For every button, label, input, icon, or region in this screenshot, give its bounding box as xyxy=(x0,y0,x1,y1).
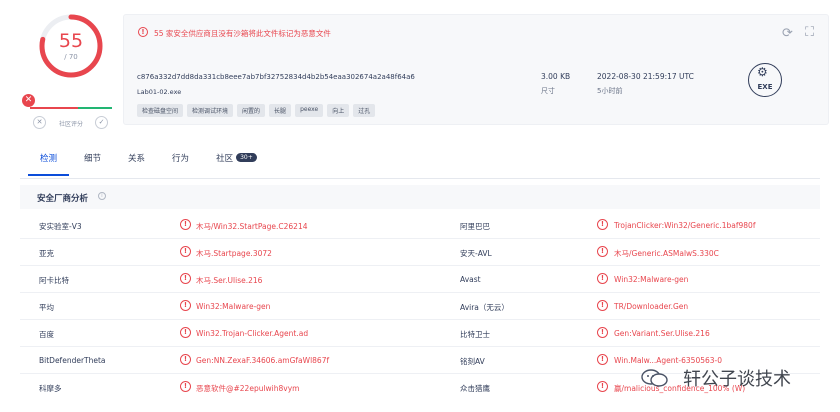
tab-detection[interactable]: 检测 xyxy=(27,152,70,176)
tab-relations[interactable]: 关系 xyxy=(128,152,145,176)
tag[interactable]: 检测调试环境 xyxy=(187,104,234,117)
vendor-name: 阿里巴巴 xyxy=(460,222,490,231)
tag[interactable]: 检查磁盘空间 xyxy=(137,104,184,117)
tab-community[interactable]: 社区 30+ xyxy=(216,152,257,176)
section-title: 安全厂商分析 xyxy=(37,194,89,204)
table-row: 安实验室-V3 ! 木马/Win32.StartPage.C26214 阿里巴巴… xyxy=(20,212,820,239)
tabs-divider xyxy=(20,178,820,179)
vendor-name: 平均 xyxy=(39,303,54,312)
vendor-name: 安天-AVL xyxy=(460,249,492,258)
table-row: 亚克 ! 木马.Startpage.3072 安天-AVL ! 木马/Gener… xyxy=(20,239,820,266)
tag[interactable]: 长腿 xyxy=(269,104,292,117)
graph-view-icon[interactable]: ⛶ xyxy=(805,25,814,40)
detection-result: 木马/Generic.ASMalwS.330C xyxy=(614,249,719,258)
detection-alert-icon: ! xyxy=(180,381,191,392)
vendor-name: 安实验室-V3 xyxy=(39,222,82,231)
detection-alert-icon: ! xyxy=(597,273,608,284)
file-size-value: 3.00 KB xyxy=(541,72,571,81)
tag[interactable]: 闲置的 xyxy=(237,104,266,117)
file-hash[interactable]: c876a332d7dd8da331cb8eee7ab7bf32752834d4… xyxy=(137,73,415,81)
tag[interactable]: 向上 xyxy=(327,104,350,117)
detection-alert-icon: ! xyxy=(180,273,191,284)
malicious-indicator-icon: ✕ xyxy=(22,94,35,107)
detection-alert-icon: ! xyxy=(180,354,191,365)
report-tabs: 检测 细节 关系 行为 社区 30+ xyxy=(27,152,284,176)
file-type-label: EXE xyxy=(757,83,773,91)
detection-result: Win32.Trojan-Clicker.Agent.ad xyxy=(196,329,309,338)
detection-alert-icon: ! xyxy=(597,300,608,311)
vendor-name: Avira（无云） xyxy=(460,303,509,312)
detection-alert-icon: ! xyxy=(597,246,608,257)
analysis-date-relative: 5小时前 xyxy=(597,87,623,95)
detection-result: Gen:NN.ZexaF.34606.amGfaWl867f xyxy=(196,356,330,365)
table-row: 阿卡比特 ! 木马.Ser.Ulise.216 Avast ! Win32:Ma… xyxy=(20,266,820,293)
detection-score-total: / 70 xyxy=(64,53,78,61)
analysis-date-value: 2022-08-30 21:59:17 UTC xyxy=(597,72,694,81)
community-score-label: 社区评分 xyxy=(58,121,83,128)
community-count-badge: 30+ xyxy=(236,153,257,162)
vendor-name: 科摩多 xyxy=(39,384,62,393)
detection-alert-icon: ! xyxy=(180,246,191,257)
vote-malicious-button[interactable]: ✕ xyxy=(33,116,46,129)
tab-label: 细节 xyxy=(84,154,102,164)
community-score-bar-positive xyxy=(78,107,112,109)
wechat-logo-icon xyxy=(641,369,668,387)
detection-alert-icon: ! xyxy=(597,219,608,230)
detection-alert-icon: ! xyxy=(597,354,608,365)
detection-alert-icon: ! xyxy=(597,327,608,338)
detection-result: Win32:Malware-gen xyxy=(196,302,271,311)
section-header xyxy=(20,185,820,209)
file-name: Lab01-02.exe xyxy=(137,88,182,96)
watermark-text: 轩公子谈技术 xyxy=(683,369,791,390)
vendor-name: 亚克 xyxy=(39,249,54,258)
vendor-name: Avast xyxy=(460,275,481,284)
detection-result: Win32:Malware-gen xyxy=(614,275,689,284)
info-icon[interactable]: i xyxy=(98,192,106,200)
vendor-name: 阿卡比特 xyxy=(39,276,69,285)
vendor-name: 铭刻AV xyxy=(460,357,485,366)
detection-alert-icon: ! xyxy=(180,219,191,230)
detection-result: TR/Downloader.Gen xyxy=(614,302,689,311)
warning-icon: ! xyxy=(138,27,148,37)
reanalyze-icon[interactable]: ⟳ xyxy=(782,26,793,41)
detection-result: 木马.Startpage.3072 xyxy=(196,249,272,258)
detection-alert-icon: ! xyxy=(180,300,191,311)
detection-score-value: 55 xyxy=(58,30,84,52)
detection-warning-text: 55 家安全供应商且没有沙箱将此文件标记为恶意文件 xyxy=(154,29,331,38)
detection-result: Gen:Variant.Ser.Ulise.216 xyxy=(614,329,710,338)
tab-label: 社区 xyxy=(216,154,234,164)
detection-result: TrojanClicker:Win32/Generic.1baf980f xyxy=(614,221,756,230)
detection-alert-icon: ! xyxy=(180,327,191,338)
tab-details[interactable]: 细节 xyxy=(84,152,101,176)
vote-harmless-button[interactable]: ✓ xyxy=(95,116,108,129)
table-row: 平均 ! Win32:Malware-gen Avira（无云） ! TR/Do… xyxy=(20,293,820,320)
gear-icon: ⚙ xyxy=(757,65,768,79)
vendor-name: 比特卫士 xyxy=(460,330,490,339)
vendor-name: 众击猎鹰 xyxy=(460,384,490,393)
detection-alert-icon: ! xyxy=(597,381,608,392)
tab-label: 关系 xyxy=(128,154,146,164)
file-tags: 检查磁盘空间 检测调试环境 闲置的 长腿 peexe 向上 过孔 xyxy=(137,104,376,117)
tab-label: 行为 xyxy=(172,154,190,164)
tag[interactable]: peexe xyxy=(295,104,324,117)
tab-label: 检测 xyxy=(40,154,58,164)
community-score-bar-negative xyxy=(30,107,78,109)
tab-behavior[interactable]: 行为 xyxy=(172,152,189,176)
vendor-name: 百度 xyxy=(39,330,54,339)
file-size-label: 尺寸 xyxy=(541,87,555,95)
detection-result: 木马.Ser.Ulise.216 xyxy=(196,276,263,285)
tag[interactable]: 过孔 xyxy=(353,104,376,117)
detection-result: 木马/Win32.StartPage.C26214 xyxy=(196,222,308,231)
table-row: 百度 ! Win32.Trojan-Clicker.Agent.ad 比特卫士 … xyxy=(20,320,820,347)
vendor-name: BitDefenderTheta xyxy=(39,356,106,365)
detection-result: Win.Malw...Agent-6350563-0 xyxy=(614,356,723,365)
detection-result: 恶意软件@#22epulwih8vym xyxy=(196,384,300,393)
